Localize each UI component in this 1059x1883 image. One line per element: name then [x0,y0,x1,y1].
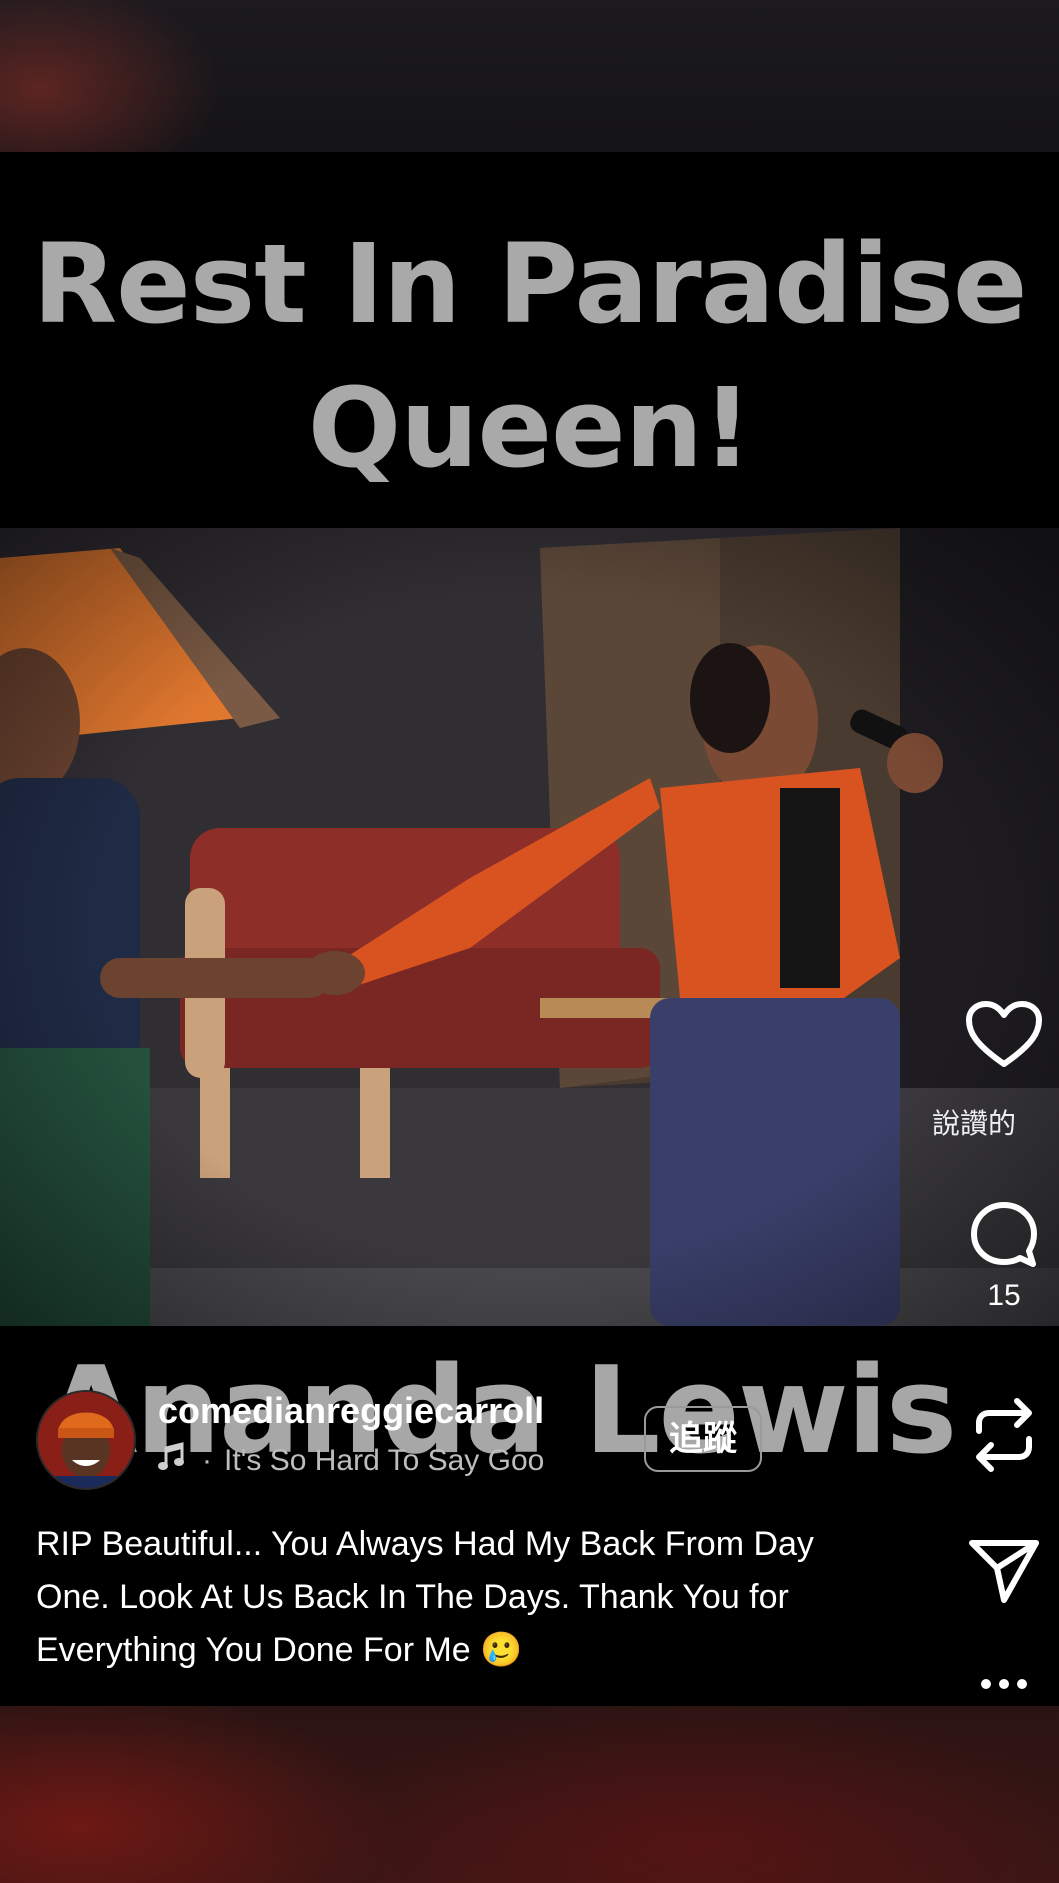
username[interactable]: comedianreggiecarroll [158,1390,544,1432]
liked-by-text: 說讚的 [932,1108,1017,1139]
headline-line-2: Queen! [307,364,753,492]
post-author-row: comedianreggiecarroll · It's So Hard To … [36,1390,776,1490]
blurred-background-top [0,0,1059,152]
avatar[interactable] [36,1390,136,1490]
headline-line-1: Rest In Paradise [32,220,1027,348]
share-button[interactable] [949,1538,1059,1609]
like-button[interactable] [949,1000,1059,1075]
repost-icon [969,1398,1039,1479]
follow-button[interactable]: 追蹤 [644,1406,762,1472]
video-headline: Rest In Paradise Queen! [0,212,1059,500]
comment-count: 15 [987,1279,1021,1312]
video-scene-image [0,528,1059,1326]
audio-separator: · [202,1444,212,1477]
comment-icon [969,1202,1039,1274]
send-icon [968,1540,1040,1608]
blurred-background-bottom [0,1706,1059,1883]
repost-button[interactable] [949,1395,1059,1480]
more-options-button[interactable] [949,1676,1059,1697]
music-note-icon [158,1442,184,1480]
more-icon [979,1679,1029,1696]
heart-icon [965,1001,1043,1074]
post-caption[interactable]: RIP Beautiful... You Always Had My Back … [36,1518,896,1677]
audio-track-link[interactable]: · It's So Hard To Say Goo [158,1442,648,1480]
audio-track-name: It's So Hard To Say Goo [224,1444,545,1477]
comment-button[interactable]: 15 [949,1200,1059,1313]
